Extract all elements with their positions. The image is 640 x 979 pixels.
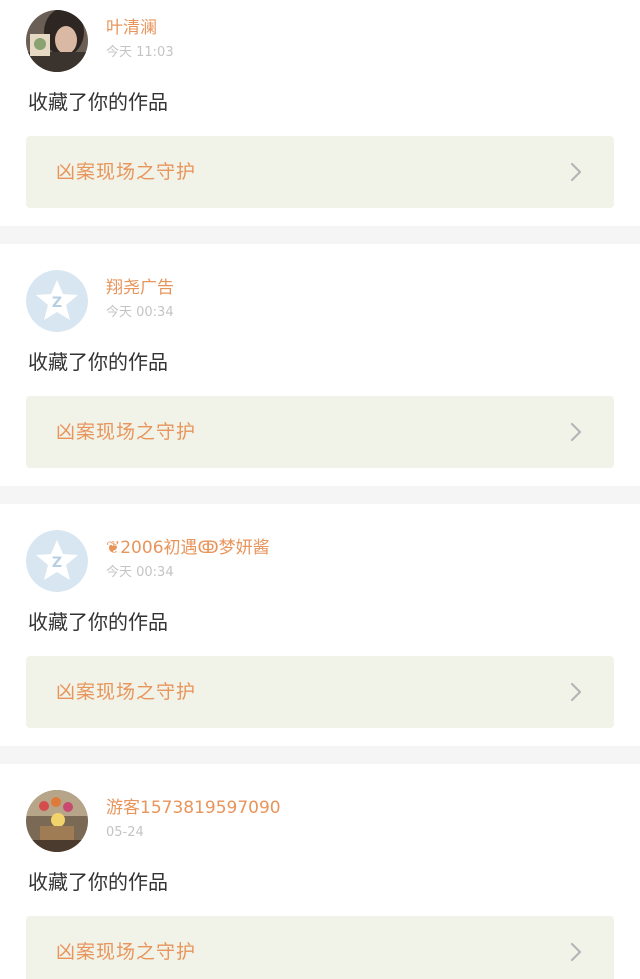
user-name[interactable]: 游客1573819597090 [106,797,281,819]
action-text: 收藏了你的作品 [28,90,168,114]
work-title: 凶案现场之守护 [56,421,197,443]
chevron-right-icon [570,422,582,442]
work-link[interactable]: 凶案现场之守护 [26,916,614,979]
notification-card: Z 翔尧广告 今天 00:34 收藏了你的作品 凶案现场之守护 [0,244,640,486]
avatar[interactable] [26,10,88,72]
qzone-default-avatar-icon: Z [26,270,88,332]
timestamp: 今天 11:03 [106,45,174,60]
avatar[interactable] [26,790,88,852]
photo-avatar-icon [26,10,88,72]
notification-feed: 叶清澜 今天 11:03 收藏了你的作品 凶案现场之守护 Z 翔尧广告 今天 0… [0,0,640,979]
notification-card: 游客1573819597090 05-24 收藏了你的作品 凶案现场之守护 [0,764,640,979]
chevron-right-icon [570,162,582,182]
action-text: 收藏了你的作品 [28,610,168,634]
svg-text:Z: Z [52,295,62,311]
chevron-right-icon [570,942,582,962]
work-title: 凶案现场之守护 [56,681,197,703]
timestamp: 05-24 [106,825,144,840]
user-name[interactable]: 叶清澜 [106,17,157,39]
chevron-right-icon [570,682,582,702]
user-name[interactable]: 翔尧广告 [106,277,174,299]
work-link[interactable]: 凶案现场之守护 [26,656,614,728]
photo-avatar-icon [26,790,88,852]
work-link[interactable]: 凶案现场之守护 [26,396,614,468]
avatar[interactable]: Z [26,530,88,592]
notification-card: 叶清澜 今天 11:03 收藏了你的作品 凶案现场之守护 [0,0,640,226]
work-link[interactable]: 凶案现场之守护 [26,136,614,208]
timestamp: 今天 00:34 [106,565,174,580]
work-title: 凶案现场之守护 [56,161,197,183]
avatar[interactable]: Z [26,270,88,332]
action-text: 收藏了你的作品 [28,350,168,374]
work-title: 凶案现场之守护 [56,941,197,963]
timestamp: 今天 00:34 [106,305,174,320]
qzone-default-avatar-icon: Z [26,530,88,592]
svg-text:Z: Z [52,555,62,571]
notification-card: Z ❦2006初遇ↂ梦妍酱 今天 00:34 收藏了你的作品 凶案现场之守护 [0,504,640,746]
user-name[interactable]: ❦2006初遇ↂ梦妍酱 [106,537,270,559]
action-text: 收藏了你的作品 [28,870,168,894]
